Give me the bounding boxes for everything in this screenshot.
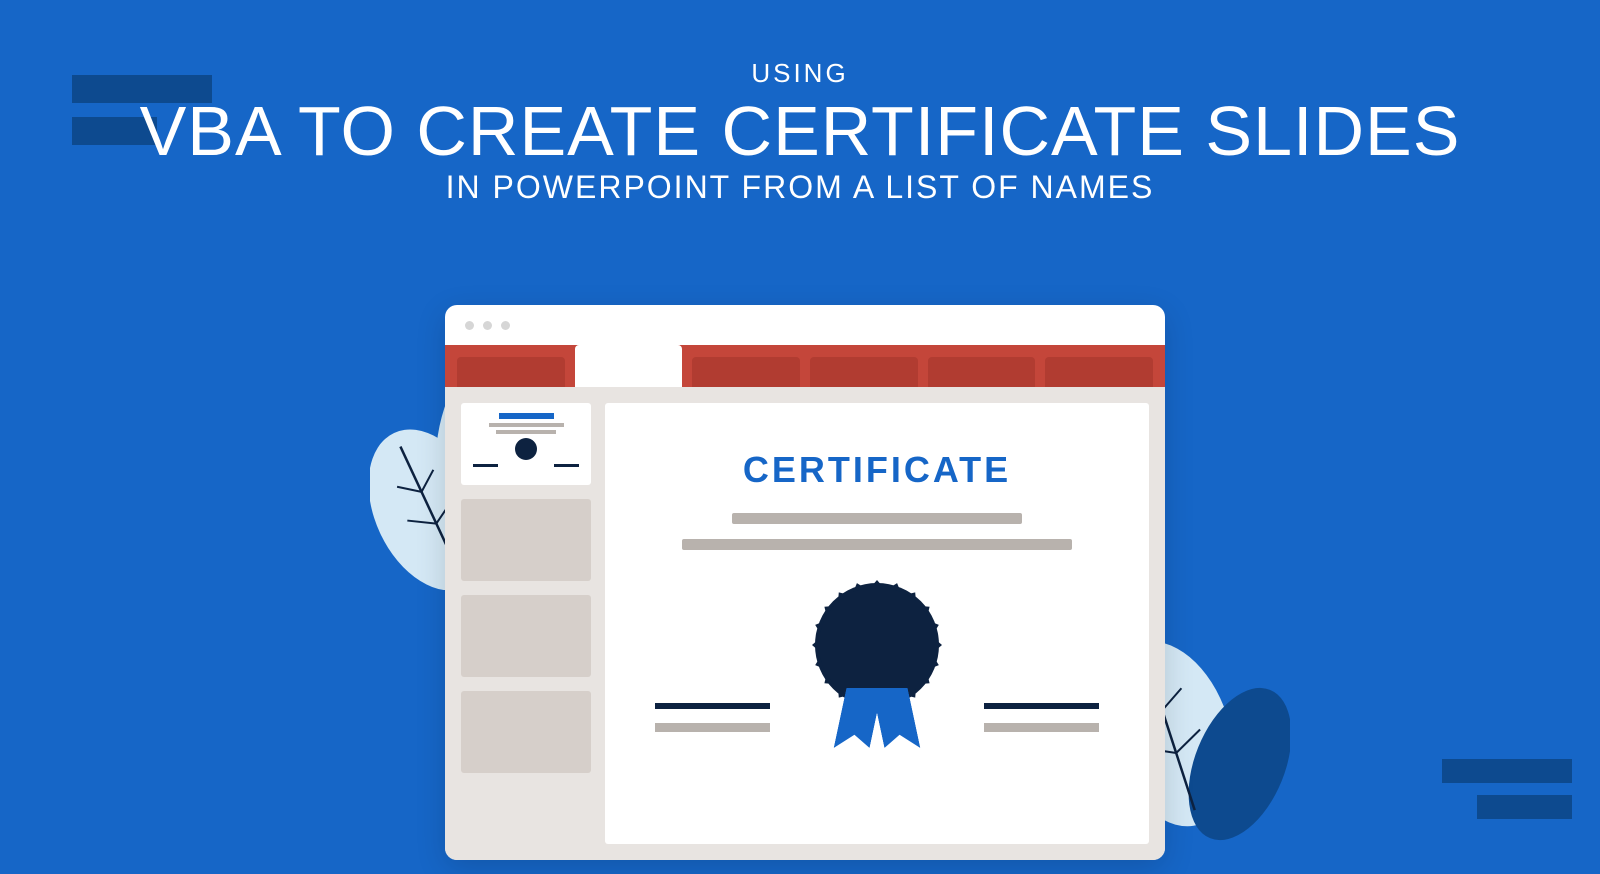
decoration-bottom-right bbox=[1387, 759, 1572, 819]
signature-line-right bbox=[984, 703, 1099, 709]
slide-thumbnail bbox=[461, 499, 591, 581]
signature-label-left bbox=[655, 723, 770, 732]
ribbon-bar bbox=[445, 345, 1165, 387]
slide-canvas: CERTIFICATE bbox=[605, 403, 1149, 844]
window-dot-icon bbox=[465, 321, 474, 330]
signature-label-right bbox=[984, 723, 1099, 732]
slide-thumbnail bbox=[461, 691, 591, 773]
certificate-seal bbox=[812, 580, 942, 710]
certificate-text-line bbox=[682, 539, 1072, 550]
heading-pre: USING bbox=[0, 58, 1600, 89]
window-titlebar bbox=[445, 305, 1165, 345]
certificate-text-line bbox=[732, 513, 1022, 524]
slide-thumbnail bbox=[461, 595, 591, 677]
heading-main: VBA TO CREATE CERTIFICATE SLIDES bbox=[0, 91, 1600, 171]
editor-body: CERTIFICATE bbox=[445, 387, 1165, 860]
slide-thumbnail-panel bbox=[461, 403, 591, 844]
certificate-title: CERTIFICATE bbox=[743, 449, 1011, 491]
ribbon-tab bbox=[810, 357, 918, 387]
ribbon-tab-active bbox=[575, 345, 683, 387]
ribbon-tab bbox=[457, 357, 565, 387]
page-heading: USING VBA TO CREATE CERTIFICATE SLIDES I… bbox=[0, 58, 1600, 206]
ribbon-tab bbox=[1045, 357, 1153, 387]
signature-line-left bbox=[655, 703, 770, 709]
heading-sub: IN POWERPOINT FROM A LIST OF NAMES bbox=[0, 169, 1600, 206]
ribbon-tab bbox=[928, 357, 1036, 387]
ribbon-tab bbox=[692, 357, 800, 387]
powerpoint-window: CERTIFICATE bbox=[445, 305, 1165, 860]
slide-thumbnail-active bbox=[461, 403, 591, 485]
window-dot-icon bbox=[501, 321, 510, 330]
window-dot-icon bbox=[483, 321, 492, 330]
